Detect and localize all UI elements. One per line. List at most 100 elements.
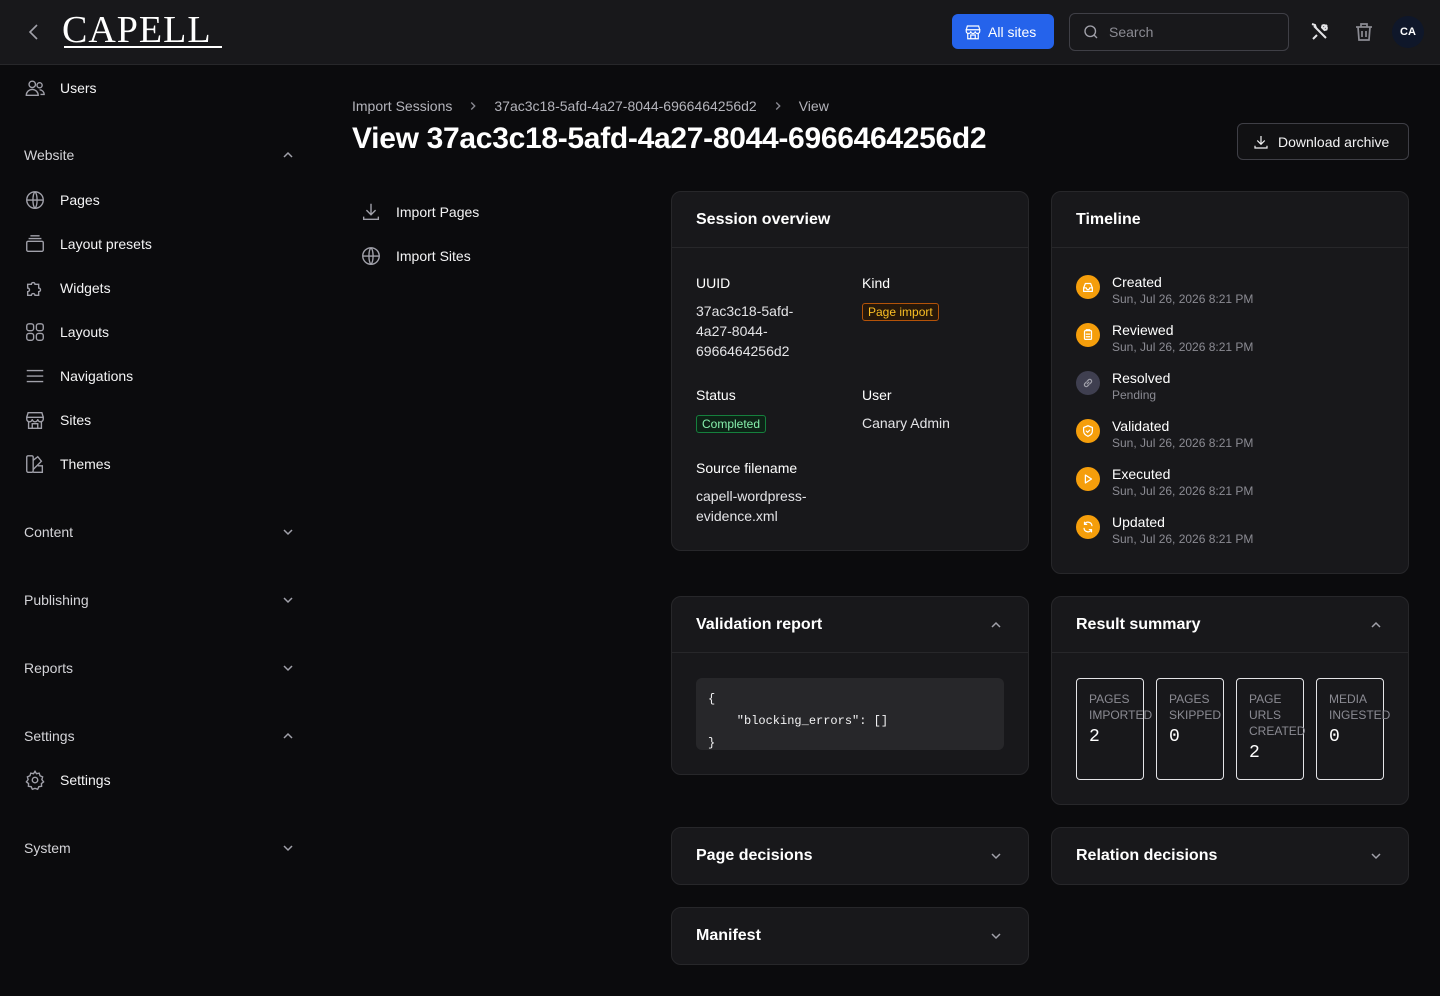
- trash-icon[interactable]: [1352, 20, 1376, 44]
- card-title: Validation report: [696, 615, 823, 633]
- result-summary-card: Result summary PAGES IMPORTED 2 PAGES SK…: [1051, 596, 1409, 805]
- sidebar-group-website[interactable]: Website: [24, 143, 296, 167]
- timeline-item-name: Created: [1112, 274, 1162, 290]
- chevron-down-icon[interactable]: [988, 848, 1004, 864]
- sidebar-item-themes[interactable]: Themes: [24, 451, 111, 477]
- card-header[interactable]: Validation report: [672, 597, 1028, 653]
- sidebar-item-users[interactable]: Users: [24, 75, 97, 101]
- chevron-up-icon: [280, 147, 296, 163]
- stack-icon: [24, 233, 46, 255]
- card-header[interactable]: Relation decisions: [1052, 828, 1408, 884]
- search-placeholder: Search: [1109, 24, 1154, 40]
- timeline-item-name: Resolved: [1112, 370, 1171, 386]
- all-sites-button[interactable]: All sites: [952, 14, 1054, 49]
- stat-value: 0: [1169, 727, 1180, 747]
- sidebar-item-layouts[interactable]: Layouts: [24, 319, 109, 345]
- user-value: Canary Admin: [862, 415, 950, 431]
- card-title: Manifest: [696, 927, 761, 944]
- sidebar-group-reports[interactable]: Reports: [24, 656, 296, 680]
- sidebar-item-widgets[interactable]: Widgets: [24, 275, 111, 301]
- timeline-item: Created Sun, Jul 26, 2026 8:21 PM: [1076, 273, 1253, 307]
- puzzle-icon: [24, 277, 46, 299]
- link-icon: [1076, 371, 1100, 395]
- timeline-item-time: Pending: [1112, 388, 1157, 402]
- download-icon: [360, 201, 382, 223]
- back-chevron-icon[interactable]: [22, 20, 46, 44]
- chevron-down-icon: [280, 660, 296, 676]
- sidebar-group-content[interactable]: Content: [24, 520, 296, 544]
- kind-badge: Page import: [862, 303, 939, 321]
- chevron-up-icon[interactable]: [988, 617, 1004, 633]
- download-archive-label: Download archive: [1278, 133, 1390, 150]
- stat-value: 2: [1249, 743, 1260, 763]
- chevron-down-icon[interactable]: [1368, 848, 1384, 864]
- sidebar-item-label: Sites: [60, 412, 92, 428]
- uuid-value: 37ac3c18-5afd- 4a27-8044- 6966464256d2: [696, 301, 793, 361]
- timeline-item-time: Sun, Jul 26, 2026 8:21 PM: [1112, 340, 1254, 354]
- sidebar-group-system[interactable]: System: [24, 836, 296, 860]
- search-input[interactable]: Search: [1069, 13, 1289, 51]
- timeline-item-name: Executed: [1112, 466, 1171, 482]
- timeline-item-name: Updated: [1112, 514, 1165, 530]
- card-header[interactable]: Result summary: [1052, 597, 1408, 653]
- timeline-item-time: Sun, Jul 26, 2026 8:21 PM: [1112, 292, 1254, 306]
- tools-icon[interactable]: [1308, 20, 1332, 44]
- source-filename-value: capell-wordpress- evidence.xml: [696, 486, 806, 526]
- timeline-item: Updated Sun, Jul 26, 2026 8:21 PM: [1076, 513, 1253, 547]
- breadcrumb: Import Sessions 37ac3c18-5afd-4a27-8044-…: [352, 96, 829, 116]
- sidebar: Users Website Pages Layout presets Widge…: [0, 65, 320, 996]
- sidebar-item-navigations[interactable]: Navigations: [24, 363, 133, 389]
- sidebar-item-label: Layouts: [60, 324, 110, 340]
- play-icon: [1076, 467, 1100, 491]
- chevron-up-icon[interactable]: [1368, 617, 1384, 633]
- card-header[interactable]: Page decisions: [672, 828, 1028, 884]
- stat-label: PAGE URLS CREATED: [1249, 692, 1306, 738]
- session-overview-card: Session overview UUID 37ac3c18-5afd- 4a2…: [671, 191, 1029, 551]
- card-title: Relation decisions: [1076, 847, 1218, 864]
- stat-pages-skipped: PAGES SKIPPED 0: [1156, 678, 1224, 780]
- group-label: Website: [24, 147, 75, 163]
- store-icon: [24, 409, 46, 431]
- group-label: Content: [24, 524, 74, 540]
- gear-icon: [24, 769, 46, 791]
- card-title: Page decisions: [696, 847, 813, 864]
- sidebar-item-label: Widgets: [60, 280, 111, 296]
- stat-media-ingested: MEDIA INGESTED 0: [1316, 678, 1391, 780]
- subnav-import-pages[interactable]: Import Pages: [360, 200, 479, 224]
- avatar[interactable]: CA: [1392, 16, 1424, 48]
- stat-page-urls-created: PAGE URLS CREATED 2: [1236, 678, 1306, 780]
- sidebar-item-layout-presets[interactable]: Layout presets: [24, 231, 152, 257]
- timeline-item-time: Sun, Jul 26, 2026 8:21 PM: [1112, 436, 1254, 450]
- chevron-down-icon: [280, 840, 296, 856]
- menu-icon: [24, 365, 46, 387]
- refresh-icon: [1076, 515, 1100, 539]
- user-label: User: [862, 387, 892, 403]
- stat-label: MEDIA INGESTED: [1329, 692, 1391, 722]
- sidebar-item-label: Layout presets: [60, 236, 152, 252]
- download-icon: [1252, 133, 1270, 151]
- grid-icon: [24, 321, 46, 343]
- validation-code-block: { "blocking_errors": [] }: [696, 678, 1004, 750]
- subnav-import-sites[interactable]: Import Sites: [360, 244, 471, 268]
- sidebar-item-label: Themes: [60, 456, 111, 472]
- group-label: Publishing: [24, 592, 89, 608]
- chevron-right-icon: [466, 99, 480, 113]
- chevron-down-icon[interactable]: [988, 928, 1004, 944]
- timeline-item: Reviewed Sun, Jul 26, 2026 8:21 PM: [1076, 321, 1253, 355]
- sidebar-item-sites[interactable]: Sites: [24, 407, 91, 433]
- swatch-icon: [24, 453, 46, 475]
- sidebar-item-settings[interactable]: Settings: [24, 767, 111, 793]
- all-sites-label: All sites: [988, 23, 1037, 40]
- sidebar-item-pages[interactable]: Pages: [24, 187, 100, 213]
- download-archive-button[interactable]: Download archive: [1237, 123, 1409, 160]
- uuid-line: 37ac3c18-5afd-: [696, 303, 794, 319]
- sidebar-group-settings[interactable]: Settings: [24, 724, 296, 748]
- globe-icon: [360, 245, 382, 267]
- card-header[interactable]: Manifest: [672, 908, 1028, 964]
- timeline-item-name: Validated: [1112, 418, 1170, 434]
- filename-line: evidence.xml: [696, 508, 778, 524]
- breadcrumb-import-sessions[interactable]: Import Sessions: [352, 98, 452, 114]
- chevron-down-icon: [280, 592, 296, 608]
- breadcrumb-session-id[interactable]: 37ac3c18-5afd-4a27-8044-6966464256d2: [494, 98, 756, 114]
- sidebar-group-publishing[interactable]: Publishing: [24, 588, 296, 612]
